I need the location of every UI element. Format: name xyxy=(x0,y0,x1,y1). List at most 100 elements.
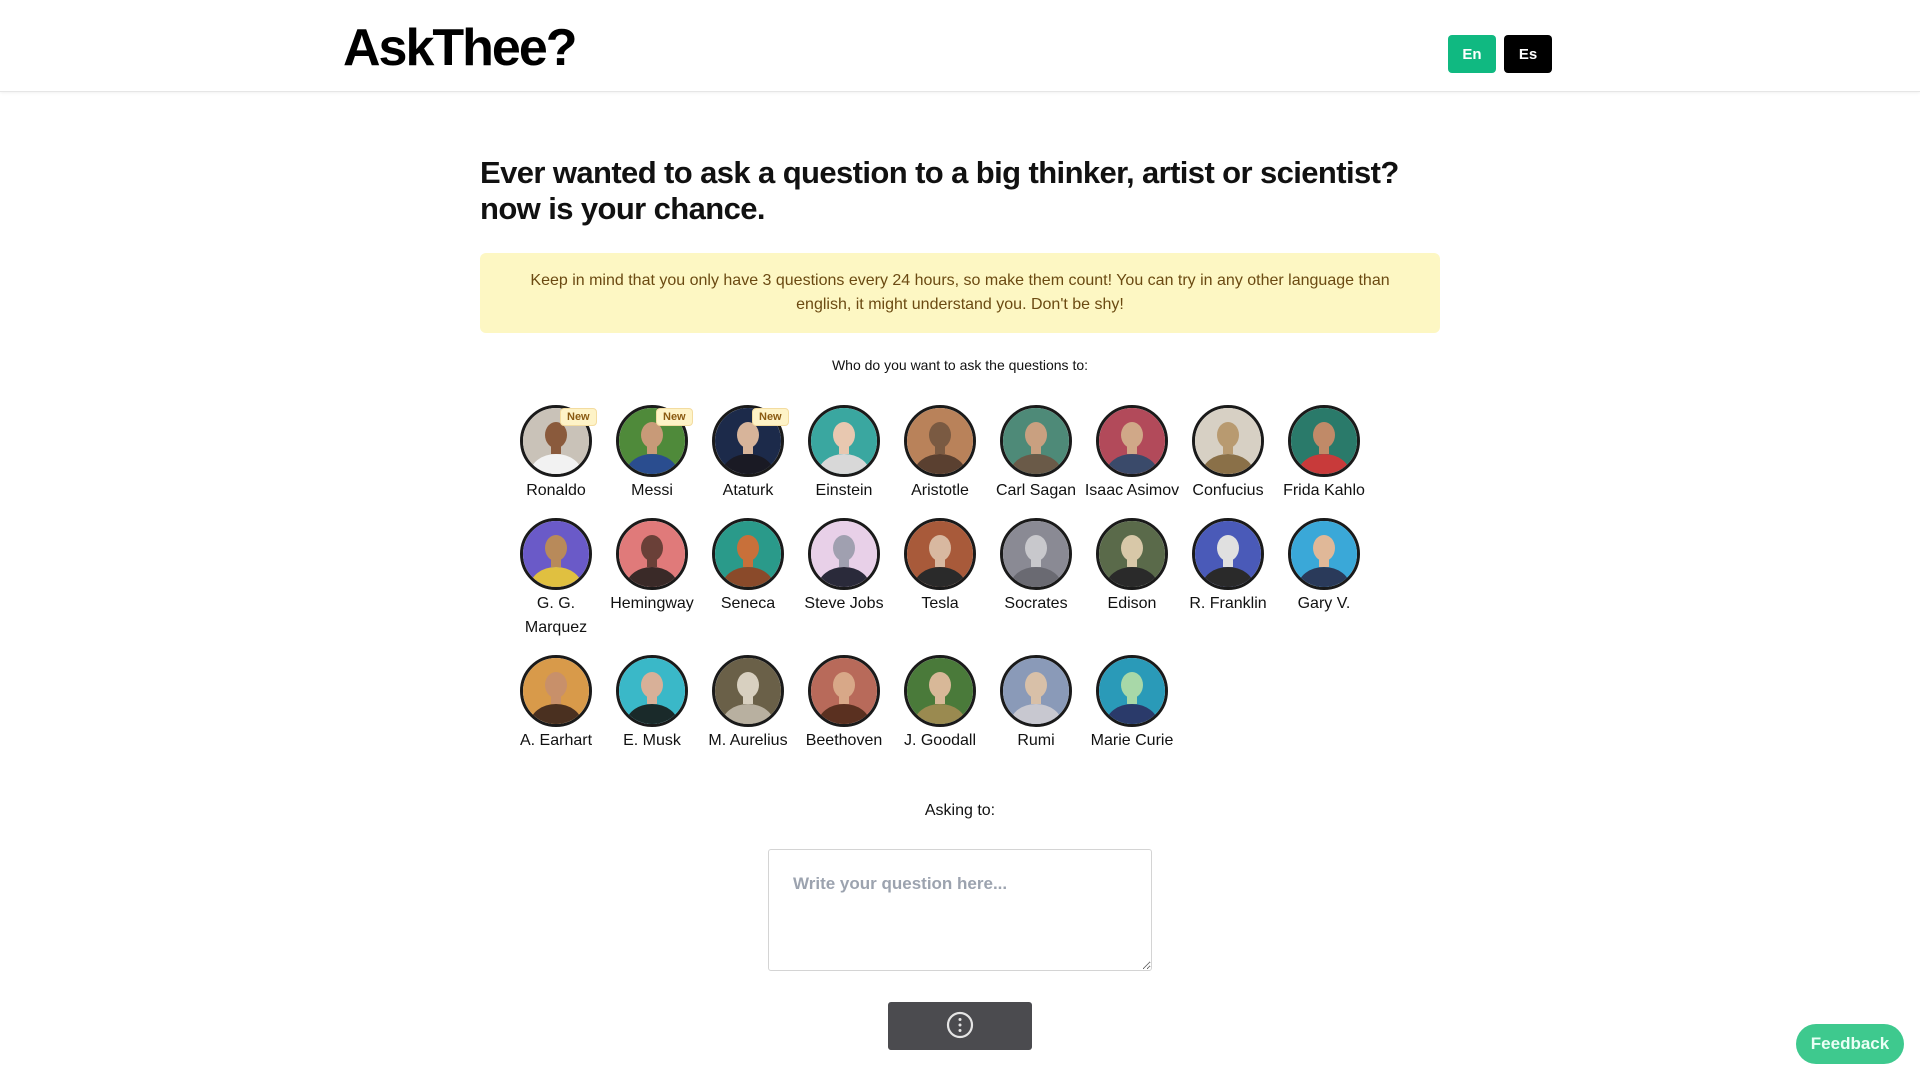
portrait-icon xyxy=(1291,408,1357,474)
person-name: Isaac Asimov xyxy=(1084,482,1180,499)
person-name: Socrates xyxy=(1004,595,1068,612)
person-name: A. Earhart xyxy=(519,732,593,749)
person-name: Seneca xyxy=(720,595,776,612)
avatar-wrapper xyxy=(808,405,880,477)
avatar xyxy=(520,655,592,727)
avatar xyxy=(808,655,880,727)
person-name: Messi xyxy=(631,482,673,499)
avatar xyxy=(1096,405,1168,477)
person-name: Gary V. xyxy=(1297,595,1351,612)
avatar-wrapper xyxy=(712,518,784,590)
portrait-icon xyxy=(1003,521,1069,587)
portrait-icon xyxy=(907,521,973,587)
avatar-wrapper xyxy=(616,518,688,590)
person-option[interactable]: New Ataturk xyxy=(700,405,796,503)
avatar xyxy=(1288,405,1360,477)
person-option[interactable]: Gary V. xyxy=(1276,518,1372,640)
question-limit-notice: Keep in mind that you only have 3 questi… xyxy=(480,253,1440,333)
person-name: Ataturk xyxy=(722,482,774,499)
avatar-wrapper xyxy=(1288,518,1360,590)
notice-text: Keep in mind that you only have 3 questi… xyxy=(530,272,1390,313)
new-badge: New xyxy=(656,408,693,426)
language-spanish-button[interactable]: Es xyxy=(1504,35,1552,73)
person-option[interactable]: Hemingway xyxy=(604,518,700,640)
question-input[interactable] xyxy=(768,849,1152,971)
person-option[interactable]: Carl Sagan xyxy=(988,405,1084,503)
person-name: Einstein xyxy=(815,482,873,499)
person-name: G. G. Marquez xyxy=(524,595,588,636)
person-name: E. Musk xyxy=(623,732,681,749)
person-option[interactable]: Aristotle xyxy=(892,405,988,503)
avatar xyxy=(616,655,688,727)
page-headline: Ever wanted to ask a question to a big t… xyxy=(480,155,1399,226)
app-logo[interactable]: AskThee? xyxy=(343,18,578,78)
person-option[interactable]: R. Franklin xyxy=(1180,518,1276,640)
avatar xyxy=(616,518,688,590)
avatar xyxy=(520,518,592,590)
person-option[interactable]: New Ronaldo xyxy=(508,405,604,503)
portrait-icon xyxy=(715,521,781,587)
portrait-icon xyxy=(811,521,877,587)
person-name: J. Goodall xyxy=(903,732,977,749)
person-name: Steve Jobs xyxy=(804,595,884,612)
feedback-button[interactable]: Feedback xyxy=(1796,1024,1904,1064)
person-name: Ronaldo xyxy=(526,482,586,499)
person-option[interactable]: E. Musk xyxy=(604,655,700,753)
person-name: M. Aurelius xyxy=(708,732,788,749)
avatar-wrapper xyxy=(616,655,688,727)
avatar xyxy=(1192,405,1264,477)
people-grid: New Ronaldo New Messi New Ataturk Einstein Aris… xyxy=(508,405,1408,753)
person-option[interactable]: Seneca xyxy=(700,518,796,640)
person-name: Tesla xyxy=(921,595,959,612)
avatar-wrapper: New xyxy=(520,405,597,477)
who-to-ask-prompt: Who do you want to ask the questions to: xyxy=(831,357,1089,373)
avatar-wrapper xyxy=(1000,405,1072,477)
person-option[interactable]: Socrates xyxy=(988,518,1084,640)
person-option[interactable]: G. G. Marquez xyxy=(508,518,604,640)
avatar xyxy=(904,655,976,727)
person-option[interactable]: New Messi xyxy=(604,405,700,503)
portrait-icon xyxy=(619,658,685,724)
portrait-icon xyxy=(715,658,781,724)
portrait-icon xyxy=(1003,658,1069,724)
person-option[interactable]: Marie Curie xyxy=(1084,655,1180,753)
avatar-wrapper xyxy=(520,655,592,727)
avatar-wrapper xyxy=(1096,405,1168,477)
person-option[interactable]: M. Aurelius xyxy=(700,655,796,753)
person-name: Aristotle xyxy=(911,482,969,499)
avatar xyxy=(1096,518,1168,590)
person-name: Marie Curie xyxy=(1090,732,1174,749)
avatar-wrapper: New xyxy=(712,405,789,477)
avatar-wrapper xyxy=(808,518,880,590)
asking-to-label: Asking to: xyxy=(924,802,996,819)
avatar xyxy=(904,518,976,590)
portrait-icon xyxy=(1003,408,1069,474)
person-option[interactable]: Beethoven xyxy=(796,655,892,753)
avatar-wrapper xyxy=(1288,405,1360,477)
avatar xyxy=(1000,405,1072,477)
portrait-icon xyxy=(523,658,589,724)
portrait-icon xyxy=(1099,658,1165,724)
person-option[interactable]: Isaac Asimov xyxy=(1084,405,1180,503)
language-english-button[interactable]: En xyxy=(1448,35,1496,73)
send-question-button[interactable] xyxy=(888,1002,1032,1050)
avatar xyxy=(808,518,880,590)
person-option[interactable]: Steve Jobs xyxy=(796,518,892,640)
person-option[interactable]: Frida Kahlo xyxy=(1276,405,1372,503)
top-navigation-bar: AskThee? En Es xyxy=(0,0,1920,92)
avatar xyxy=(1288,518,1360,590)
person-option[interactable]: Edison xyxy=(1084,518,1180,640)
person-option[interactable]: A. Earhart xyxy=(508,655,604,753)
person-option[interactable]: Einstein xyxy=(796,405,892,503)
person-option[interactable]: Rumi xyxy=(988,655,1084,753)
person-option[interactable]: Confucius xyxy=(1180,405,1276,503)
person-option[interactable]: Tesla xyxy=(892,518,988,640)
person-name: Hemingway xyxy=(610,595,694,612)
person-name: Confucius xyxy=(1192,482,1264,499)
avatar-wrapper xyxy=(1192,405,1264,477)
person-option[interactable]: J. Goodall xyxy=(892,655,988,753)
portrait-icon xyxy=(811,658,877,724)
portrait-icon xyxy=(907,658,973,724)
avatar-wrapper xyxy=(1096,518,1168,590)
avatar xyxy=(1000,655,1072,727)
